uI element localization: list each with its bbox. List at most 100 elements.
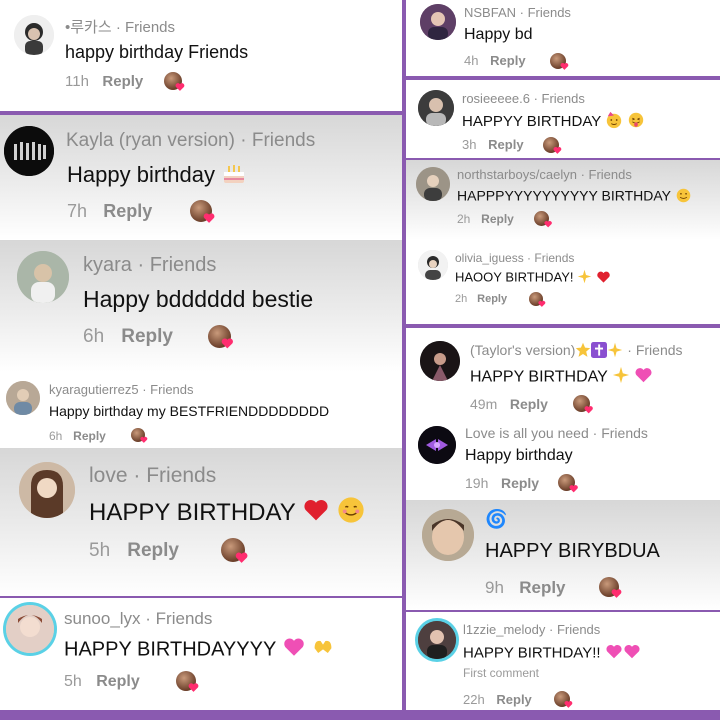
avatar[interactable] <box>418 250 448 280</box>
comment-text: Happy bdddddd bestie <box>83 286 314 312</box>
comment-text: HAPPY BIRTHDAYYYY <box>64 638 276 661</box>
timestamp: 11h <box>65 73 89 90</box>
avatar[interactable] <box>420 4 456 40</box>
reply-button[interactable]: Reply <box>102 73 143 90</box>
heart-icon <box>203 213 215 223</box>
username[interactable]: •루카스 <box>65 19 112 36</box>
creator-liked-avatar <box>534 211 552 228</box>
username[interactable]: love <box>89 464 128 487</box>
heart-icon <box>611 589 622 598</box>
heart-icon <box>222 338 234 349</box>
pink-heart-icon <box>623 643 641 664</box>
creator-liked-avatar <box>554 691 573 709</box>
username[interactable]: northstarboys/caelyn <box>457 167 577 182</box>
cake-icon <box>221 161 247 191</box>
creator-liked-avatar <box>550 53 569 71</box>
avatar[interactable] <box>14 15 54 55</box>
timestamp: 5h <box>89 540 111 561</box>
reply-button[interactable]: Reply <box>519 578 565 597</box>
comment-text: Happy birthday <box>465 447 573 464</box>
username[interactable]: Love is all you need <box>465 425 589 441</box>
tongue-face-icon <box>627 111 645 133</box>
pink-heart-icon <box>634 366 653 389</box>
avatar[interactable] <box>17 251 69 303</box>
comment-card: sunoo_lyx · Friends HAPPY BIRTHDAYYYY 5h… <box>0 598 402 710</box>
comment-card: •루카스 · Friends happy birthday Friends 11… <box>0 0 402 111</box>
reply-button[interactable]: Reply <box>488 137 523 152</box>
username[interactable]: l1zzie_melody <box>463 622 545 637</box>
sparkles-icon <box>577 269 592 287</box>
cross-icon <box>591 342 608 361</box>
avatar[interactable] <box>420 341 460 381</box>
comment-card: love · Friends HAPPY BIRTHDAY 5h Reply <box>0 448 402 596</box>
friends-tag: Friends <box>534 251 575 265</box>
username[interactable]: NSBFAN <box>464 5 516 20</box>
username[interactable]: Kayla (ryan version) <box>66 130 235 151</box>
comment-text: HAPPY BIRTHDAY!! <box>463 644 601 662</box>
avatar[interactable] <box>6 381 40 415</box>
heart-icon <box>235 552 248 563</box>
friends-tag: Friends <box>541 91 585 106</box>
timestamp: 7h <box>67 201 88 221</box>
comment-card: Kayla (ryan version) · Friends Happy bir… <box>0 115 402 240</box>
creator-liked-avatar <box>208 325 234 349</box>
smiling-face-icon <box>337 496 365 531</box>
reply-button[interactable]: Reply <box>490 53 525 68</box>
creator-liked-avatar <box>599 577 622 598</box>
username[interactable]: 🌀 <box>485 509 507 529</box>
friends-tag: Friends <box>125 19 176 36</box>
reply-button[interactable]: Reply <box>510 396 548 412</box>
friends-tag: Friends <box>155 609 213 628</box>
sparkles-icon <box>607 342 623 361</box>
avatar[interactable] <box>19 462 75 518</box>
timestamp: 19h <box>465 475 489 491</box>
reply-button[interactable]: Reply <box>73 429 106 443</box>
timestamp: 5h <box>64 673 82 690</box>
reply-button[interactable]: Reply <box>501 475 539 491</box>
username[interactable]: olivia_iguess <box>455 251 524 265</box>
friends-tag: Friends <box>527 5 571 20</box>
creator-liked-avatar <box>131 428 148 444</box>
username[interactable]: (Taylor's version) <box>470 342 575 358</box>
comment-text: HAPPYY BIRTHDAY <box>462 112 601 130</box>
reply-button[interactable]: Reply <box>477 293 507 305</box>
friends-tag: Friends <box>146 464 217 487</box>
comment-card: northstarboys/caelyn · Friends HAPPPYYYY… <box>406 160 720 240</box>
heart-icon <box>560 63 569 71</box>
creator-liked-avatar <box>543 137 562 155</box>
avatar[interactable] <box>416 167 450 201</box>
username[interactable]: kyaragutierrez5 <box>49 382 139 397</box>
creator-liked-avatar <box>558 474 578 493</box>
avatar[interactable] <box>422 509 474 561</box>
comment-text: HAPPY BIRYBDUA <box>485 540 660 562</box>
avatar[interactable] <box>418 426 456 464</box>
username[interactable]: sunoo_lyx <box>64 609 141 628</box>
avatar[interactable] <box>4 126 54 176</box>
comment-text: Happy birthday my BESTFRIENDDDDDDDD <box>49 403 330 419</box>
heart-icon <box>584 405 593 414</box>
sparkles-icon <box>612 366 630 389</box>
reply-button[interactable]: Reply <box>481 212 514 226</box>
friends-tag: Friends <box>556 622 601 637</box>
red-heart-icon <box>302 497 330 530</box>
username[interactable]: kyara <box>83 254 132 276</box>
timestamp: 3h <box>462 137 477 152</box>
username[interactable]: rosieeeee.6 <box>462 91 530 106</box>
reply-button[interactable]: Reply <box>96 673 140 690</box>
reply-button[interactable]: Reply <box>103 201 152 221</box>
reply-button[interactable]: Reply <box>121 326 173 347</box>
avatar[interactable] <box>6 605 54 653</box>
reply-button[interactable]: Reply <box>127 540 179 561</box>
heart-icon <box>140 437 148 444</box>
avatar[interactable] <box>418 621 456 659</box>
avatar[interactable] <box>418 90 454 126</box>
star-icon <box>575 342 591 361</box>
comment-card: (Taylor's version) · Friends HAPPY BIRTH… <box>406 328 720 420</box>
timestamp: 6h <box>49 429 63 443</box>
red-heart-icon <box>596 270 611 287</box>
comment-card: NSBFAN · Friends Happy bd 4h Reply <box>406 0 720 76</box>
comment-text: HAPPY BIRTHDAY <box>89 498 296 526</box>
creator-liked-avatar <box>164 72 185 92</box>
first-comment-note: First comment <box>463 666 540 680</box>
reply-button[interactable]: Reply <box>496 692 531 707</box>
